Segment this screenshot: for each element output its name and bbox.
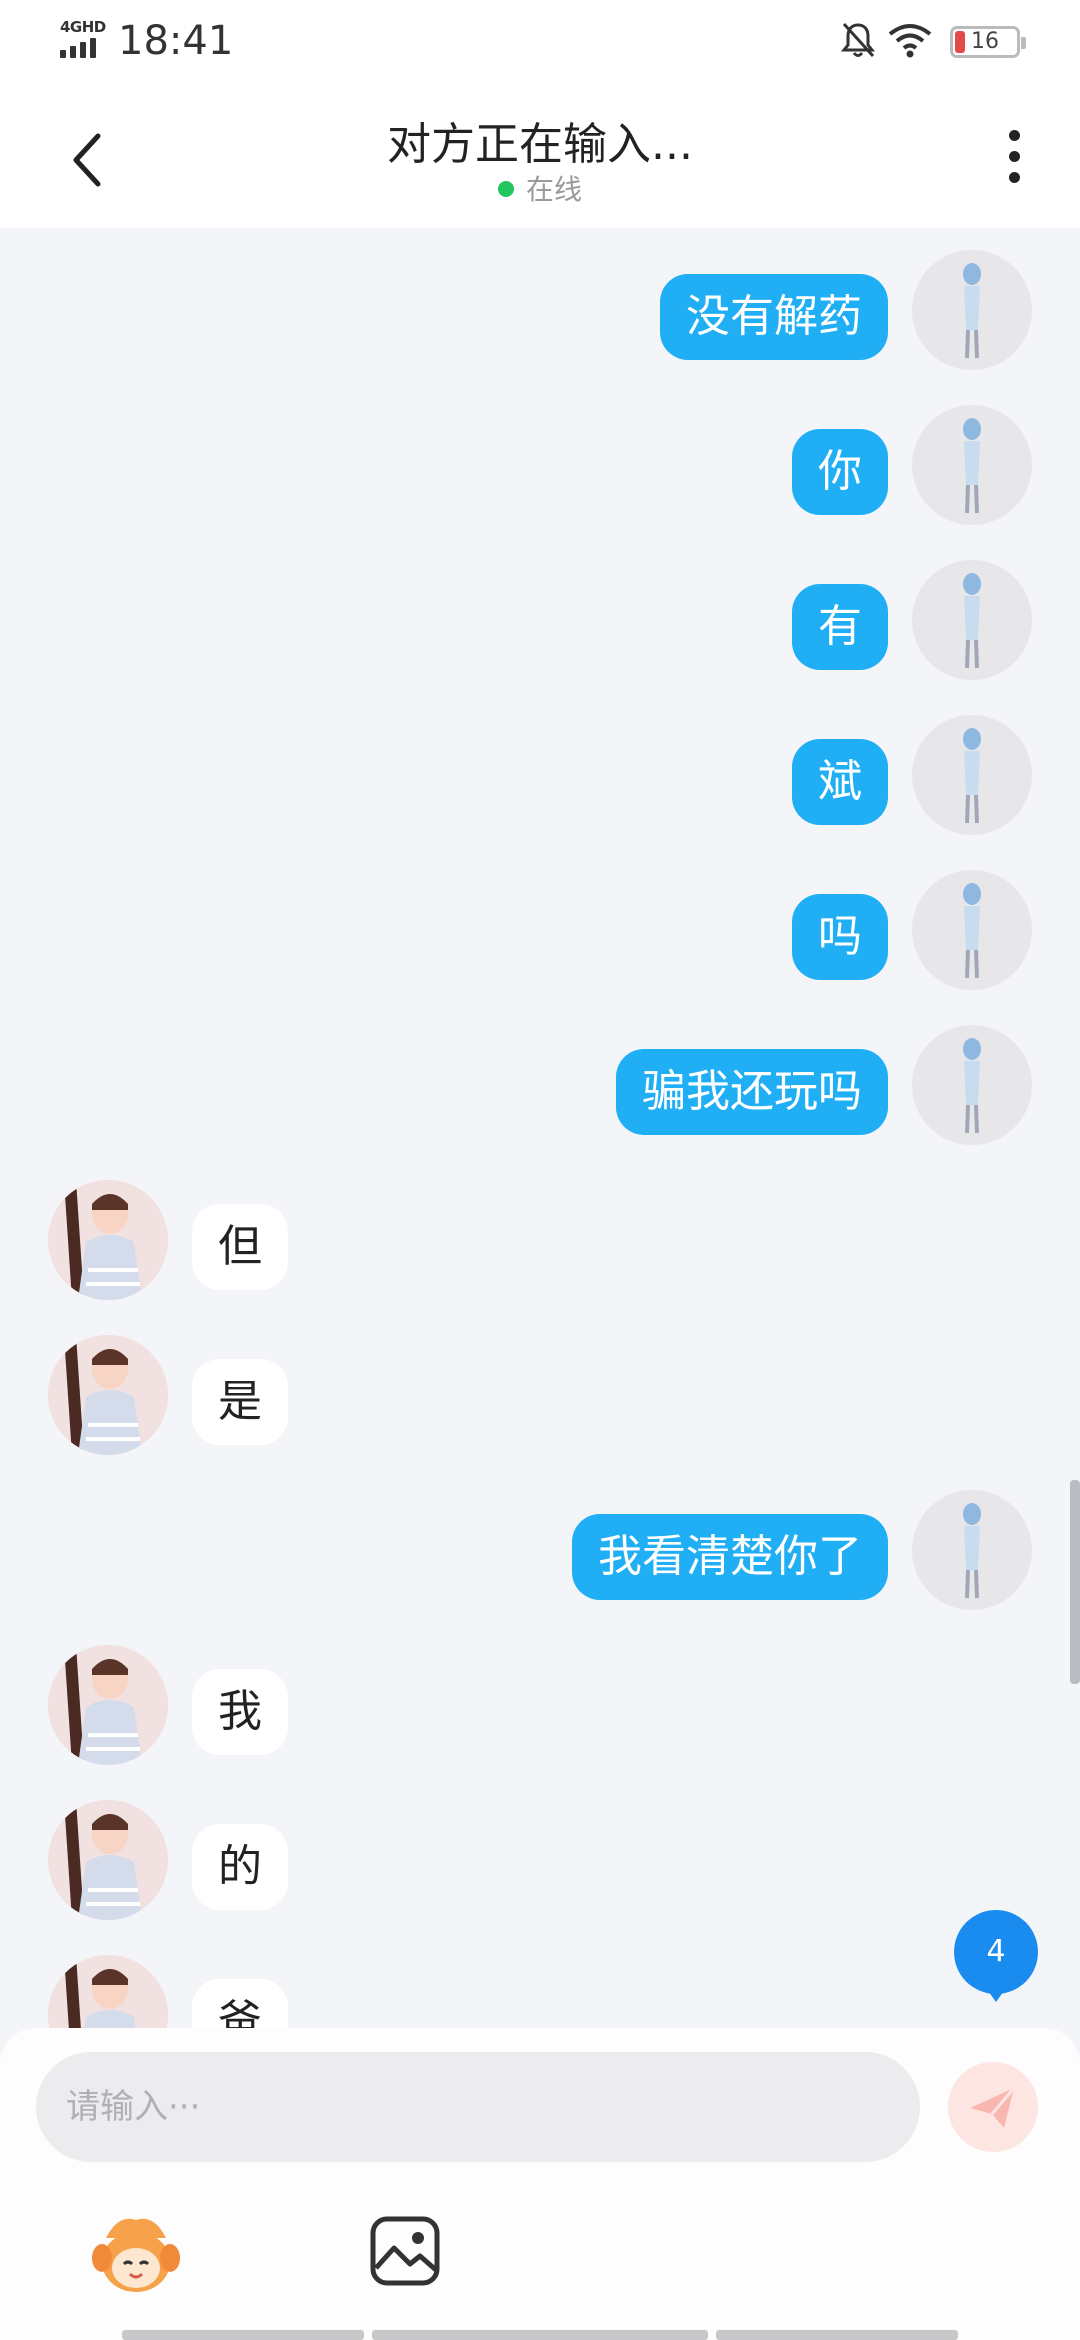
avatar[interactable] [912, 560, 1032, 680]
network-type: 4GHD [60, 18, 106, 36]
message-bubble[interactable]: 你 [792, 429, 888, 515]
message-bubble[interactable]: 斌 [792, 739, 888, 825]
message-row: 是 [0, 1335, 1080, 1465]
message-bubble[interactable]: 有 [792, 584, 888, 670]
avatar[interactable] [912, 1490, 1032, 1610]
chat-header: 对方正在输入... 在线 [0, 84, 1080, 228]
online-status: 在线 [0, 168, 1080, 208]
message-row: 吗 [0, 870, 1080, 1000]
message-row: 斌 [0, 715, 1080, 845]
message-bubble[interactable]: 骗我还玩吗 [616, 1049, 888, 1135]
message-row: 骗我还玩吗 [0, 1025, 1080, 1155]
avatar[interactable] [912, 870, 1032, 990]
mascot-emoji-icon[interactable] [88, 2208, 184, 2304]
send-button[interactable] [948, 2062, 1038, 2152]
scrollbar[interactable] [1070, 1480, 1080, 1684]
avatar[interactable] [48, 1335, 168, 1455]
chat-title: 对方正在输入... [387, 119, 693, 170]
system-nav-bar [372, 2330, 708, 2340]
avatar[interactable] [912, 250, 1032, 370]
avatar[interactable] [48, 1800, 168, 1920]
message-bubble[interactable]: 没有解药 [660, 274, 888, 360]
system-nav-bar [122, 2330, 364, 2340]
status-bar: 4GHD 18:41 16 [0, 0, 1080, 84]
avatar[interactable] [48, 1645, 168, 1765]
avatar[interactable] [48, 1955, 168, 2028]
avatar[interactable] [912, 405, 1032, 525]
unread-count-badge[interactable]: 4 [954, 1910, 1038, 2002]
message-bubble[interactable]: 是 [192, 1359, 288, 1445]
message-bubble[interactable]: 爸 [192, 1979, 288, 2028]
system-nav-bar [716, 2330, 958, 2340]
message-bubble[interactable]: 但 [192, 1204, 288, 1290]
avatar[interactable] [912, 715, 1032, 835]
online-dot-icon [497, 181, 514, 197]
status-time: 18:41 [118, 18, 234, 64]
signal-icon: 4GHD [60, 18, 106, 62]
avatar[interactable] [48, 1180, 168, 1300]
message-row: 你 [0, 405, 1080, 535]
message-row: 爸 [0, 1955, 1080, 2028]
message-row: 我看清楚你了 [0, 1490, 1080, 1620]
message-row: 没有解药 [0, 250, 1080, 380]
avatar[interactable] [912, 1025, 1032, 1145]
battery-icon: 16 [950, 26, 1026, 58]
wifi-icon [888, 24, 932, 58]
online-status-label: 在线 [525, 173, 582, 206]
mute-bell-icon [840, 22, 876, 58]
message-input[interactable]: 请输入··· [36, 2052, 920, 2162]
send-icon [970, 2087, 1016, 2128]
message-bubble[interactable]: 吗 [792, 894, 888, 980]
message-row: 但 [0, 1180, 1080, 1310]
battery-level: 16 [971, 29, 999, 54]
message-row: 的 [0, 1800, 1080, 1930]
composer-panel: 请输入··· [0, 2028, 1080, 2340]
message-bubble[interactable]: 我 [192, 1669, 288, 1755]
image-icon[interactable] [368, 2214, 442, 2288]
message-bubble[interactable]: 的 [192, 1824, 288, 1910]
message-list[interactable]: 没有解药 你 有 斌 吗 骗我还玩吗 但 是 我看清楚你了 我 的 爸 [0, 228, 1080, 2028]
message-row: 我 [0, 1645, 1080, 1775]
more-vertical-icon[interactable] [1000, 124, 1028, 200]
message-bubble[interactable]: 我看清楚你了 [572, 1514, 888, 1600]
message-row: 有 [0, 560, 1080, 690]
